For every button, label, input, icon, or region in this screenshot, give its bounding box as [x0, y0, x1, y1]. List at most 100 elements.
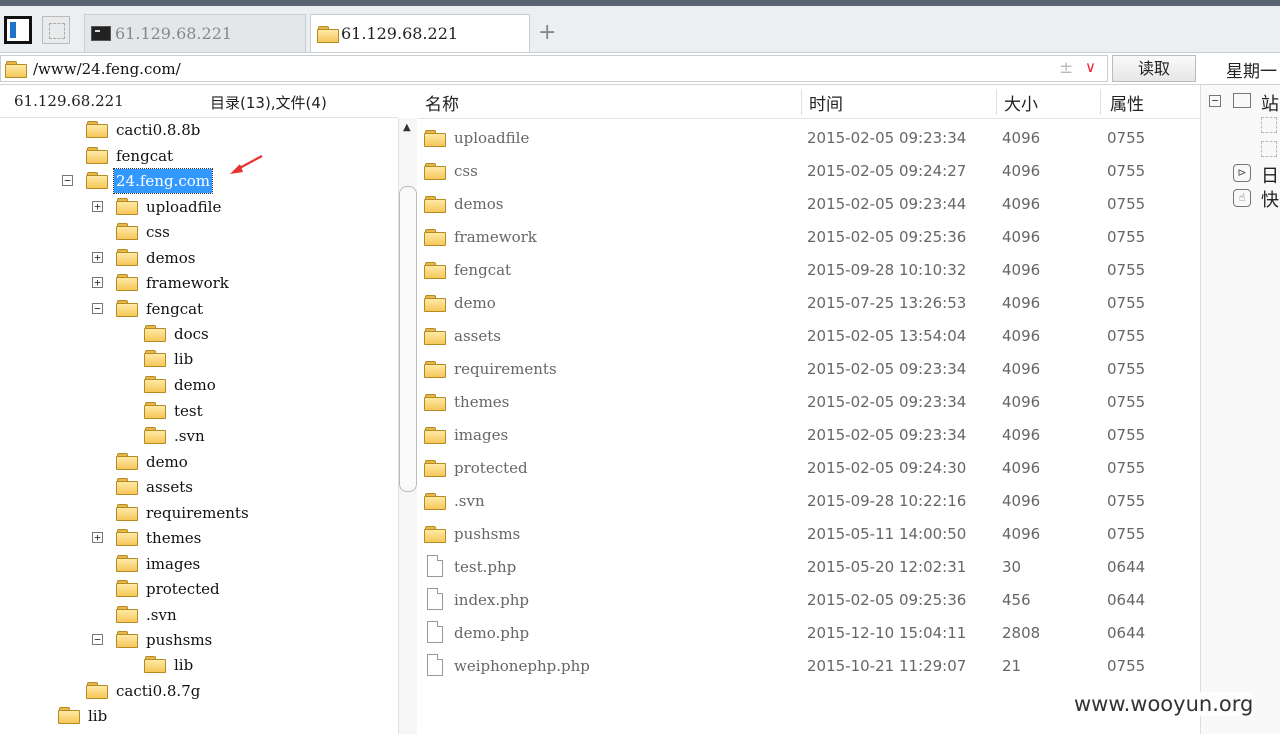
- column-size[interactable]: 大小: [1004, 90, 1038, 115]
- add-tab-button[interactable]: +: [538, 20, 556, 45]
- column-time[interactable]: 时间: [809, 90, 843, 115]
- expand-icon[interactable]: +: [92, 201, 103, 212]
- folder-icon: [144, 402, 166, 419]
- tree-node-label: demo: [174, 376, 216, 394]
- tab-terminal[interactable]: 61.129.68.221: [84, 14, 306, 52]
- file-row[interactable]: weiphonephp.php 2015-10-21 11:29:07 21 0755: [418, 650, 1200, 683]
- file-row[interactable]: css 2015-02-05 09:24:27 4096 0755: [418, 155, 1200, 188]
- file-size: 4096: [1002, 426, 1041, 444]
- expand-icon[interactable]: +: [92, 252, 103, 263]
- tab-file-manager[interactable]: 61.129.68.221: [310, 14, 530, 52]
- file-time: 2015-10-21 11:29:07: [807, 657, 967, 675]
- collapse-icon[interactable]: −: [62, 175, 73, 186]
- tree-node-label: test: [174, 402, 203, 420]
- right-side-panel: − 站 ⊳ 日 ☝ 快: [1200, 85, 1280, 734]
- folder-icon: [424, 460, 446, 477]
- folder-icon: [116, 631, 138, 648]
- file-row[interactable]: pushsms 2015-05-11 14:00:50 4096 0755: [418, 518, 1200, 551]
- file-name: themes: [454, 393, 510, 411]
- file-row[interactable]: test.php 2015-05-20 12:02:31 30 0644: [418, 551, 1200, 584]
- file-time: 2015-02-05 09:24:30: [807, 459, 967, 477]
- folder-icon: [424, 526, 446, 543]
- file-size: 4096: [1002, 327, 1041, 345]
- scroll-up-arrow-icon[interactable]: ▲: [403, 122, 411, 133]
- file-size: 4096: [1002, 492, 1041, 510]
- file-row[interactable]: .svn 2015-09-28 10:22:16 4096 0755: [418, 485, 1200, 518]
- expand-icon[interactable]: +: [92, 532, 103, 543]
- file-permissions: 0644: [1107, 591, 1146, 609]
- tree-node-label: images: [146, 555, 201, 573]
- collapse-icon[interactable]: −: [92, 303, 103, 314]
- folder-icon: [424, 361, 446, 378]
- file-time: 2015-02-05 09:23:34: [807, 426, 967, 444]
- collapse-icon[interactable]: −: [92, 634, 103, 645]
- file-row[interactable]: demo 2015-07-25 13:26:53 4096 0755: [418, 287, 1200, 320]
- plus-minus-icon[interactable]: ±: [1059, 58, 1073, 78]
- log-label[interactable]: 日: [1261, 162, 1279, 188]
- folder-icon: [5, 61, 27, 78]
- folder-icon: [116, 606, 138, 623]
- tree-node-label: requirements: [146, 504, 249, 522]
- read-button[interactable]: 读取: [1112, 55, 1196, 82]
- file-size: 2808: [1002, 624, 1041, 642]
- path-value: /www/24.feng.com/: [33, 60, 181, 78]
- file-name: css: [454, 162, 478, 180]
- column-divider[interactable]: [996, 89, 997, 115]
- file-size: 456: [1002, 591, 1031, 609]
- collapse-icon[interactable]: −: [1209, 95, 1221, 107]
- column-divider[interactable]: [1100, 89, 1101, 115]
- weekday-label: 星期一: [1226, 62, 1277, 82]
- file-size: 4096: [1002, 459, 1041, 477]
- shortcut-label[interactable]: 快: [1261, 186, 1279, 212]
- file-size: 4096: [1002, 360, 1041, 378]
- file-row[interactable]: demos 2015-02-05 09:23:44 4096 0755: [418, 188, 1200, 221]
- file-permissions: 0755: [1107, 525, 1146, 543]
- file-icon: [427, 588, 443, 610]
- tree-node-label: docs: [174, 325, 209, 343]
- file-time: 2015-02-05 09:24:27: [807, 162, 967, 180]
- path-input[interactable]: /www/24.feng.com/ ± ∨: [0, 55, 1108, 82]
- chevron-down-icon[interactable]: ∨: [1085, 58, 1096, 76]
- toggle-panel-button[interactable]: [4, 16, 32, 44]
- file-icon: [427, 654, 443, 676]
- column-name[interactable]: 名称: [425, 90, 459, 115]
- blank-item-icon[interactable]: [1261, 141, 1277, 157]
- file-name: demos: [454, 195, 504, 213]
- site-label[interactable]: 站: [1261, 90, 1279, 116]
- expand-icon[interactable]: +: [92, 277, 103, 288]
- file-time: 2015-02-05 09:23:34: [807, 393, 967, 411]
- file-permissions: 0755: [1107, 459, 1146, 477]
- file-row[interactable]: uploadfile 2015-02-05 09:23:34 4096 0755: [418, 122, 1200, 155]
- blank-tab-button[interactable]: [42, 16, 70, 44]
- file-row[interactable]: protected 2015-02-05 09:24:30 4096 0755: [418, 452, 1200, 485]
- file-name: demo: [454, 294, 496, 312]
- file-permissions: 0755: [1107, 129, 1146, 147]
- file-time: 2015-05-11 14:00:50: [807, 525, 967, 543]
- file-permissions: 0755: [1107, 426, 1146, 444]
- file-row[interactable]: themes 2015-02-05 09:23:34 4096 0755: [418, 386, 1200, 419]
- file-row[interactable]: images 2015-02-05 09:23:34 4096 0755: [418, 419, 1200, 452]
- blank-item-icon[interactable]: [1261, 117, 1277, 133]
- tree-node-label: themes: [146, 529, 202, 547]
- column-divider[interactable]: [801, 89, 802, 115]
- file-name: images: [454, 426, 509, 444]
- annotation-arrow: [230, 155, 263, 174]
- file-row[interactable]: framework 2015-02-05 09:25:36 4096 0755: [418, 221, 1200, 254]
- file-row[interactable]: assets 2015-02-05 13:54:04 4096 0755: [418, 320, 1200, 353]
- file-size: 4096: [1002, 195, 1041, 213]
- folder-icon: [424, 427, 446, 444]
- folder-icon: [424, 295, 446, 312]
- folder-icon: [116, 555, 138, 572]
- file-row[interactable]: fengcat 2015-09-28 10:10:32 4096 0755: [418, 254, 1200, 287]
- scrollbar-thumb[interactable]: [399, 186, 417, 492]
- file-row[interactable]: demo.php 2015-12-10 15:04:11 2808 0644: [418, 617, 1200, 650]
- folder-icon: [116, 529, 138, 546]
- column-attributes[interactable]: 属性: [1110, 90, 1144, 115]
- file-time: 2015-12-10 15:04:11: [807, 624, 967, 642]
- file-size: 4096: [1002, 393, 1041, 411]
- file-name: framework: [454, 228, 537, 246]
- tree-scrollbar[interactable]: ▲: [398, 118, 417, 734]
- tree-node-label: framework: [146, 274, 229, 292]
- file-row[interactable]: requirements 2015-02-05 09:23:34 4096 0755: [418, 353, 1200, 386]
- file-row[interactable]: index.php 2015-02-05 09:25:36 456 0644: [418, 584, 1200, 617]
